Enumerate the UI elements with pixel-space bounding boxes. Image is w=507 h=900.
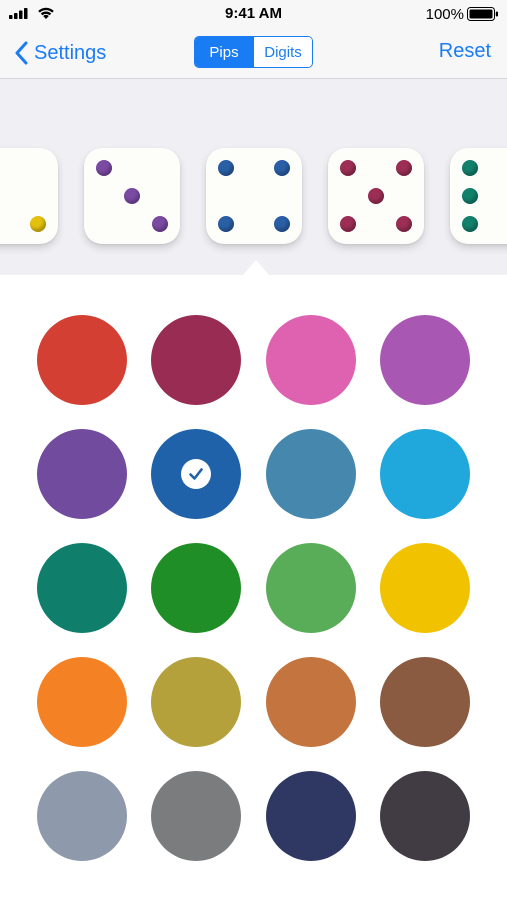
die-1 xyxy=(0,148,58,244)
die-5 xyxy=(328,148,424,244)
color-swatch-light-green[interactable] xyxy=(266,543,356,633)
back-button-label: Settings xyxy=(34,41,107,64)
color-swatch-navy[interactable] xyxy=(266,771,356,861)
color-swatch-copper[interactable] xyxy=(266,657,356,747)
color-swatch-brown[interactable] xyxy=(380,657,470,747)
die-pip xyxy=(274,216,290,232)
die-pip xyxy=(124,188,140,204)
selection-pointer xyxy=(243,260,269,275)
color-swatch-pink[interactable] xyxy=(266,315,356,405)
color-swatch-slate-gray[interactable] xyxy=(37,771,127,861)
display-mode-segmented-control: Pips Digits xyxy=(194,36,313,68)
die-pip xyxy=(218,216,234,232)
die-pip xyxy=(340,160,356,176)
segment-pips[interactable]: Pips xyxy=(195,37,253,67)
color-swatch-olive[interactable] xyxy=(151,657,241,747)
color-swatch-gray[interactable] xyxy=(151,771,241,861)
segment-digits[interactable]: Digits xyxy=(253,37,312,67)
die-6 xyxy=(450,148,507,244)
die-pip xyxy=(30,216,46,232)
color-swatch-charcoal[interactable] xyxy=(380,771,470,861)
color-swatch-blue[interactable] xyxy=(151,429,241,519)
color-swatch-yellow[interactable] xyxy=(380,543,470,633)
checkmark-icon xyxy=(181,459,211,489)
color-swatch-red[interactable] xyxy=(37,315,127,405)
color-swatch-teal[interactable] xyxy=(37,543,127,633)
navigation-bar: Settings Pips Digits Reset xyxy=(0,28,507,79)
die-pip xyxy=(462,160,478,176)
color-swatch-green[interactable] xyxy=(151,543,241,633)
die-pip xyxy=(274,160,290,176)
back-button[interactable]: Settings xyxy=(14,38,106,68)
die-pip xyxy=(218,160,234,176)
color-swatch-maroon[interactable] xyxy=(151,315,241,405)
chevron-left-icon xyxy=(15,41,28,65)
color-swatch-orange[interactable] xyxy=(37,657,127,747)
die-4 xyxy=(206,148,302,244)
die-pip xyxy=(462,216,478,232)
die-pip xyxy=(340,216,356,232)
color-swatch-purple[interactable] xyxy=(37,429,127,519)
die-pip xyxy=(96,160,112,176)
die-pip xyxy=(396,216,412,232)
color-swatch-steel-blue[interactable] xyxy=(266,429,356,519)
die-pip xyxy=(152,216,168,232)
color-swatch-orchid[interactable] xyxy=(380,315,470,405)
battery-icon xyxy=(467,7,498,21)
battery-percent: 100% xyxy=(425,6,464,23)
dice-preview-strip[interactable] xyxy=(0,79,507,275)
die-pip xyxy=(396,160,412,176)
color-swatch-sky-blue[interactable] xyxy=(380,429,470,519)
die-pip xyxy=(462,188,478,204)
die-3 xyxy=(84,148,180,244)
die-pip xyxy=(368,188,384,204)
status-bar: 9:41 AM 100% xyxy=(0,0,507,28)
reset-button[interactable]: Reset xyxy=(439,40,491,63)
